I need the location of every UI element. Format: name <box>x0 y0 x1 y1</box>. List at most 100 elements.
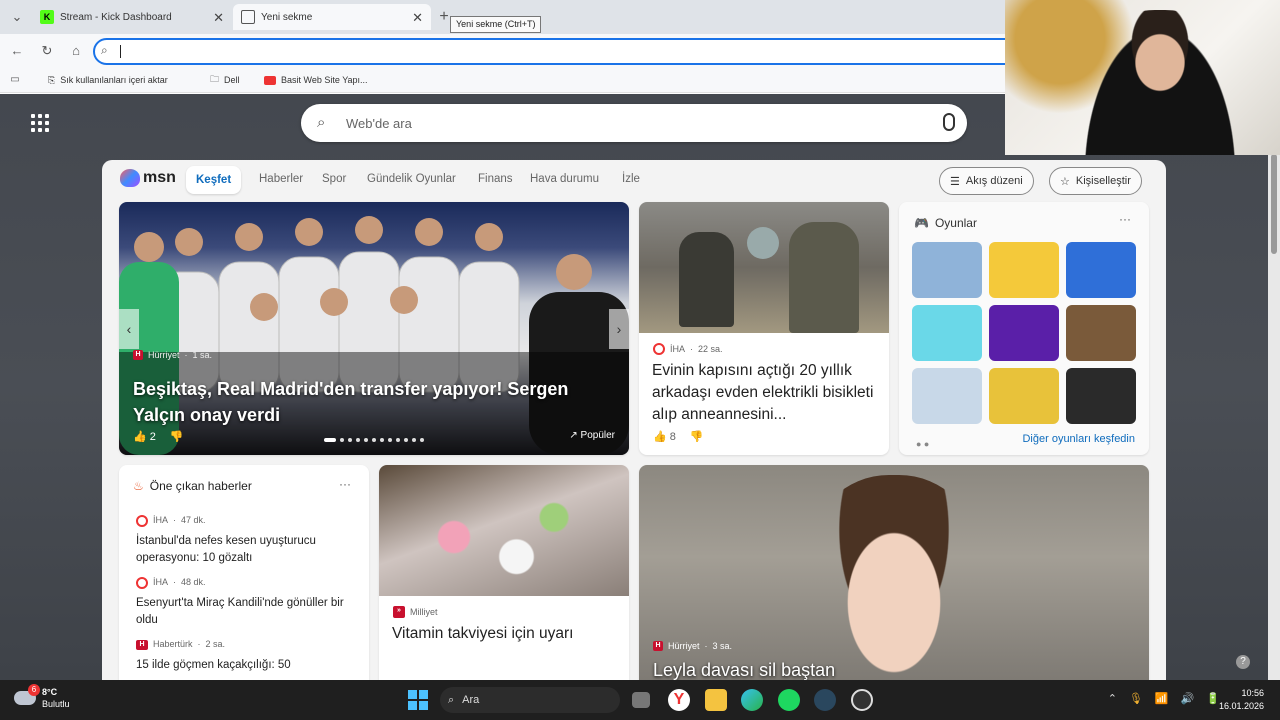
tab-finans[interactable]: Finans <box>478 173 513 185</box>
pills-photo <box>379 465 629 596</box>
yandex-browser-icon[interactable]: Y <box>668 689 690 711</box>
list-item[interactable]: H Habertürk · 2 sa. 15 ilde göçmen kaçakçıl… <box>136 636 351 674</box>
source-age: 48 dk. <box>181 577 206 587</box>
microphone-icon[interactable] <box>943 113 955 131</box>
bookmark-import[interactable]: ⎘ Sık kullanılanları içeri aktar <box>48 73 168 87</box>
game-tile[interactable] <box>912 242 982 298</box>
address-bar[interactable]: ⌕ <box>93 38 1005 65</box>
tab-new-tab[interactable]: Yeni sekme ✕ <box>233 4 431 30</box>
game-tile[interactable] <box>989 242 1059 298</box>
web-search-box[interactable]: ⌕ Web'de ara <box>301 104 967 142</box>
help-icon[interactable]: ? <box>1236 655 1250 669</box>
bookmark-youtube[interactable]: Basit Web Site Yapı... <box>264 73 368 87</box>
hurriyet-logo-icon: H <box>653 641 663 651</box>
msn-butterfly-icon <box>120 169 140 187</box>
milliyet-logo-icon: » <box>393 606 405 618</box>
like-button[interactable]: 👍 2 <box>133 430 156 443</box>
popular-label: Popüler <box>580 430 615 441</box>
like-button[interactable]: 👍 8 <box>653 430 676 443</box>
carousel-prev-button[interactable]: ‹ <box>119 309 139 349</box>
chevron-up-icon[interactable]: ⌃ <box>1108 692 1117 705</box>
games-icon: 🎮 <box>914 216 929 230</box>
iha-logo-icon <box>653 343 665 355</box>
source-name: İHA <box>153 515 169 525</box>
card-title[interactable]: Evinin kapısını açtığı 20 yıllık arkadaş… <box>652 360 882 426</box>
sidebar-icon[interactable]: ▭ <box>6 71 24 89</box>
task-view-icon[interactable] <box>632 692 650 708</box>
hero-reactions: 👍 2 👎 <box>133 430 184 443</box>
discover-games-link[interactable]: Diğer oyunları keşfedin <box>1022 433 1135 445</box>
weather-widget[interactable]: 6 8°C Bulutlu <box>14 684 70 710</box>
haberturk-logo-icon: H <box>136 639 148 650</box>
taskbar-search[interactable]: ⌕ Ara <box>440 687 620 713</box>
game-tile[interactable] <box>912 305 982 361</box>
tab-label: Yeni sekme <box>261 11 313 23</box>
back-icon[interactable]: ← <box>8 42 26 60</box>
file-explorer-icon[interactable] <box>705 689 727 711</box>
clock[interactable]: 10:56 16.01.2026 <box>1219 687 1264 713</box>
news-photo <box>639 202 889 333</box>
source-name: İHA <box>153 577 169 587</box>
spotify-icon[interactable] <box>778 689 800 711</box>
carousel-next-button[interactable]: › <box>609 309 629 349</box>
edge-icon[interactable] <box>741 689 763 711</box>
tab-list-icon[interactable]: ⌄ <box>8 8 26 26</box>
thumbs-down-icon[interactable]: 👎 <box>690 430 704 443</box>
item-title: 15 ilde göçmen kaçakçılığı: 50 <box>136 659 291 671</box>
wifi-icon[interactable]: 📶 <box>1155 692 1169 705</box>
game-tile[interactable] <box>989 368 1059 424</box>
item-source: İHA · 48 dk. <box>136 574 351 591</box>
bookmark-label: Basit Web Site Yapı... <box>281 75 368 85</box>
windows-start-icon[interactable] <box>408 690 428 710</box>
feed-layout-button[interactable]: ☰ Akış düzeni <box>939 167 1034 195</box>
card-source: H Hürriyet · 3 sa. <box>653 641 732 651</box>
microphone-icon[interactable]: 🎙 <box>1129 692 1143 705</box>
battery-icon[interactable]: 🔋 <box>1206 692 1220 705</box>
apps-launcher-icon[interactable] <box>31 114 49 132</box>
tab-hava-durumu[interactable]: Hava durumu <box>530 173 599 185</box>
game-tile[interactable] <box>1066 368 1136 424</box>
bookmark-dell[interactable]: 🗀 Dell <box>210 73 240 87</box>
card-title[interactable]: Leyla davası sil baştan <box>653 660 835 680</box>
card-title[interactable]: Vitamin takviyesi için uyarı <box>392 623 622 645</box>
list-item[interactable]: İHA · 48 dk. Esenyurt'ta Miraç Kandili'nde… <box>136 574 351 629</box>
thumbs-up-icon: 👍 <box>133 431 147 443</box>
news-card-iha[interactable]: İHA · 22 sa. Evinin kapısını açtığı 20 y… <box>639 202 889 455</box>
volume-icon[interactable]: 🔊 <box>1181 692 1195 705</box>
steam-icon[interactable] <box>814 689 836 711</box>
more-options-icon[interactable]: ··· <box>1119 212 1131 226</box>
thumbs-down-icon[interactable]: 👎 <box>170 430 184 443</box>
source-name: Habertürk <box>153 639 193 649</box>
tab-kesfet[interactable]: Keşfet <box>186 166 242 194</box>
more-options-icon[interactable]: ··· <box>339 477 351 491</box>
page-scrollbar[interactable] <box>1268 94 1280 680</box>
item-source: H Habertürk · 2 sa. <box>136 636 351 653</box>
refresh-icon[interactable]: ↻ <box>38 42 56 60</box>
tab-haberler[interactable]: Haberler <box>259 173 303 185</box>
personalize-button[interactable]: ☆ Kişiselleştir <box>1049 167 1142 195</box>
game-tile[interactable] <box>989 305 1059 361</box>
games-title-text: Oyunlar <box>934 216 977 230</box>
close-tab-icon[interactable]: ✕ <box>213 10 224 26</box>
tab-gundelik-oyunlar[interactable]: Gündelik Oyunlar <box>367 173 456 185</box>
close-tab-icon[interactable]: ✕ <box>412 10 423 26</box>
news-card-leyla[interactable]: H Hürriyet · 3 sa. Leyla davası sil baştan <box>639 465 1149 680</box>
list-item[interactable]: İHA · 47 dk. İstanbul'da nefes kesen uyuşt… <box>136 512 351 567</box>
tab-izle[interactable]: İzle <box>622 173 640 185</box>
tab-kick-dashboard[interactable]: K Stream - Kick Dashboard ✕ <box>32 4 232 30</box>
text-caret <box>120 45 121 58</box>
game-tile[interactable] <box>1066 305 1136 361</box>
personalize-label: Kişiselleştir <box>1075 175 1131 187</box>
tab-spor[interactable]: Spor <box>322 173 346 185</box>
hero-news-card[interactable]: ‹ › H Hürriyet · 1 sa. Beşiktaş, Real Ma… <box>119 202 629 455</box>
news-card-milliyet[interactable]: » Milliyet Vitamin takviyesi için uyarı <box>379 465 629 680</box>
msn-logo[interactable]: msn <box>120 169 176 187</box>
obs-icon[interactable] <box>851 689 873 711</box>
hero-title[interactable]: Beşiktaş, Real Madrid'den transfer yapıy… <box>133 376 615 428</box>
bookmark-label: Sık kullanılanları içeri aktar <box>60 75 168 85</box>
scrollbar-thumb[interactable] <box>1271 154 1277 254</box>
home-icon[interactable]: ⌂ <box>67 42 85 60</box>
streamer-webcam-image <box>1075 10 1245 155</box>
game-tile[interactable] <box>1066 242 1136 298</box>
game-tile[interactable] <box>912 368 982 424</box>
